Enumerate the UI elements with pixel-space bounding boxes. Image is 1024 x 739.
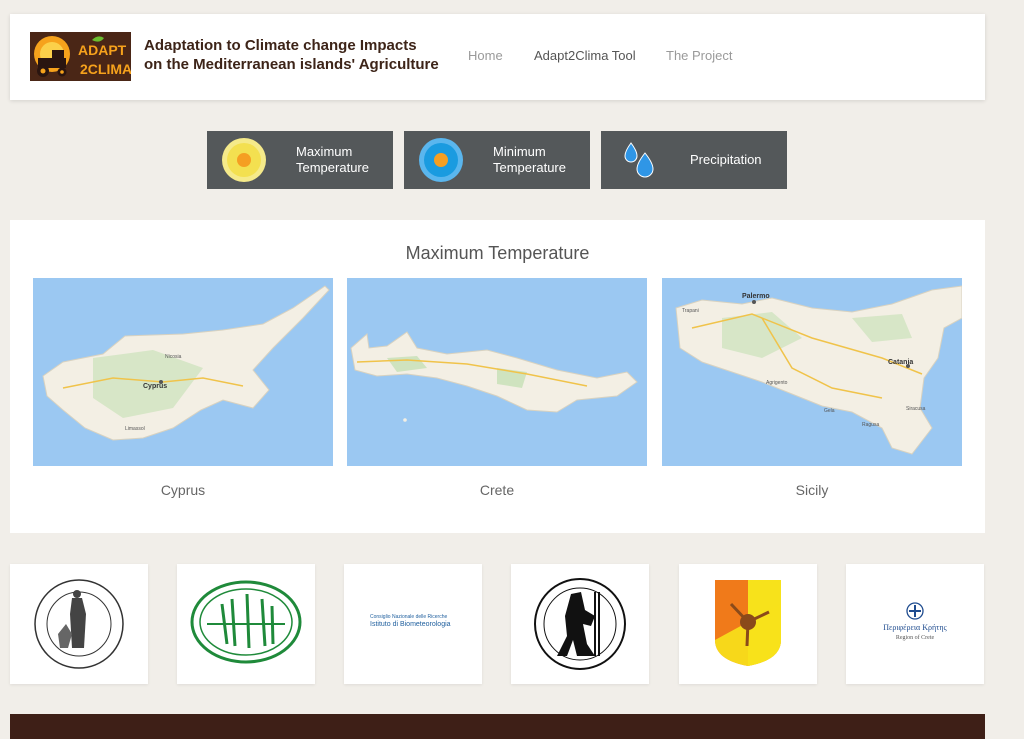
maps-panel: Maximum Temperature Cyprus Nicosia Limas… [10, 220, 985, 533]
svg-text:ADAPT: ADAPT [78, 42, 127, 58]
rain-drops-icon [624, 142, 654, 178]
svg-text:Nicosia: Nicosia [165, 354, 182, 360]
sicily-map[interactable]: Palermo Catania Trapani Agrigento Gela R… [662, 278, 962, 466]
crete-map[interactable] [347, 278, 647, 466]
adapt2clima-logo[interactable]: ADAPT 2CLIMA [30, 32, 132, 81]
svg-text:Agrigento: Agrigento [766, 380, 788, 386]
nav-adapt2clima-tool[interactable]: Adapt2Clima Tool [534, 48, 636, 63]
max-temperature-label: Maximum Temperature [296, 144, 369, 175]
min-temperature-button[interactable]: Minimum Temperature [404, 131, 590, 189]
greek-emblem-icon [906, 602, 924, 620]
nav-the-project[interactable]: The Project [666, 48, 732, 63]
svg-text:Gela: Gela [824, 408, 835, 414]
noa-seal-icon [34, 579, 124, 669]
site-header: ADAPT 2CLIMA Adaptation to Climate chang… [10, 14, 985, 100]
sun-icon [222, 138, 266, 182]
crete-map-graphic [350, 331, 638, 422]
svg-text:Cyprus: Cyprus [143, 383, 167, 390]
cyprus-map-graphic: Cyprus Nicosia Limassol [42, 285, 330, 441]
ibimet-text: Istituto di Biometeorologia [370, 621, 451, 628]
svg-text:2CLIMA: 2CLIMA [80, 61, 131, 77]
sicily-map-graphic: Palermo Catania Trapani Agrigento Gela R… [675, 285, 962, 455]
svg-text:Ragusa: Ragusa [862, 422, 879, 428]
crete-label[interactable]: Crete [347, 482, 647, 498]
svg-text:Catania: Catania [888, 359, 913, 366]
region-crete-english: Region of Crete [895, 635, 935, 641]
ntua-seal-icon [534, 578, 626, 670]
svg-text:Siracusa: Siracusa [906, 406, 926, 412]
nav-home[interactable]: Home [468, 48, 503, 63]
site-footer [10, 714, 985, 739]
cyprus-label[interactable]: Cyprus [33, 482, 333, 498]
partner-green-institute[interactable] [177, 564, 315, 684]
max-temperature-button[interactable]: Maximum Temperature [207, 131, 393, 189]
green-emblem-icon [190, 580, 302, 664]
partner-region-of-crete[interactable]: Περιφέρεια Κρήτης Region of Crete [846, 564, 984, 684]
partner-cnr-ibimet[interactable]: Consiglio Nazionale delle Ricerche Istit… [344, 564, 482, 684]
region-crete-greek: Περιφέρεια Κρήτης [883, 623, 947, 632]
partner-ntua[interactable] [511, 564, 649, 684]
logo-graphic: ADAPT 2CLIMA [30, 32, 132, 81]
svg-text:Trapani: Trapani [682, 308, 699, 314]
min-temperature-label: Minimum Temperature [493, 144, 566, 175]
site-title-line2: on the Mediterranean islands' Agricultur… [144, 56, 439, 73]
precipitation-label: Precipitation [690, 152, 762, 167]
svg-text:Palermo: Palermo [742, 293, 770, 300]
sicily-shield-icon [715, 580, 781, 666]
site-title: Adaptation to Climate change Impacts on … [144, 36, 439, 74]
precipitation-button[interactable]: Precipitation [601, 131, 787, 189]
site-title-line1: Adaptation to Climate change Impacts [144, 37, 417, 54]
cyprus-map[interactable]: Cyprus Nicosia Limassol [33, 278, 333, 466]
partner-regione-siciliana[interactable] [679, 564, 817, 684]
svg-text:Limassol: Limassol [125, 426, 145, 432]
cold-sun-icon [419, 138, 463, 182]
partner-noa[interactable] [10, 564, 148, 684]
panel-title: Maximum Temperature [405, 243, 590, 263]
sicily-label[interactable]: Sicily [662, 482, 962, 498]
